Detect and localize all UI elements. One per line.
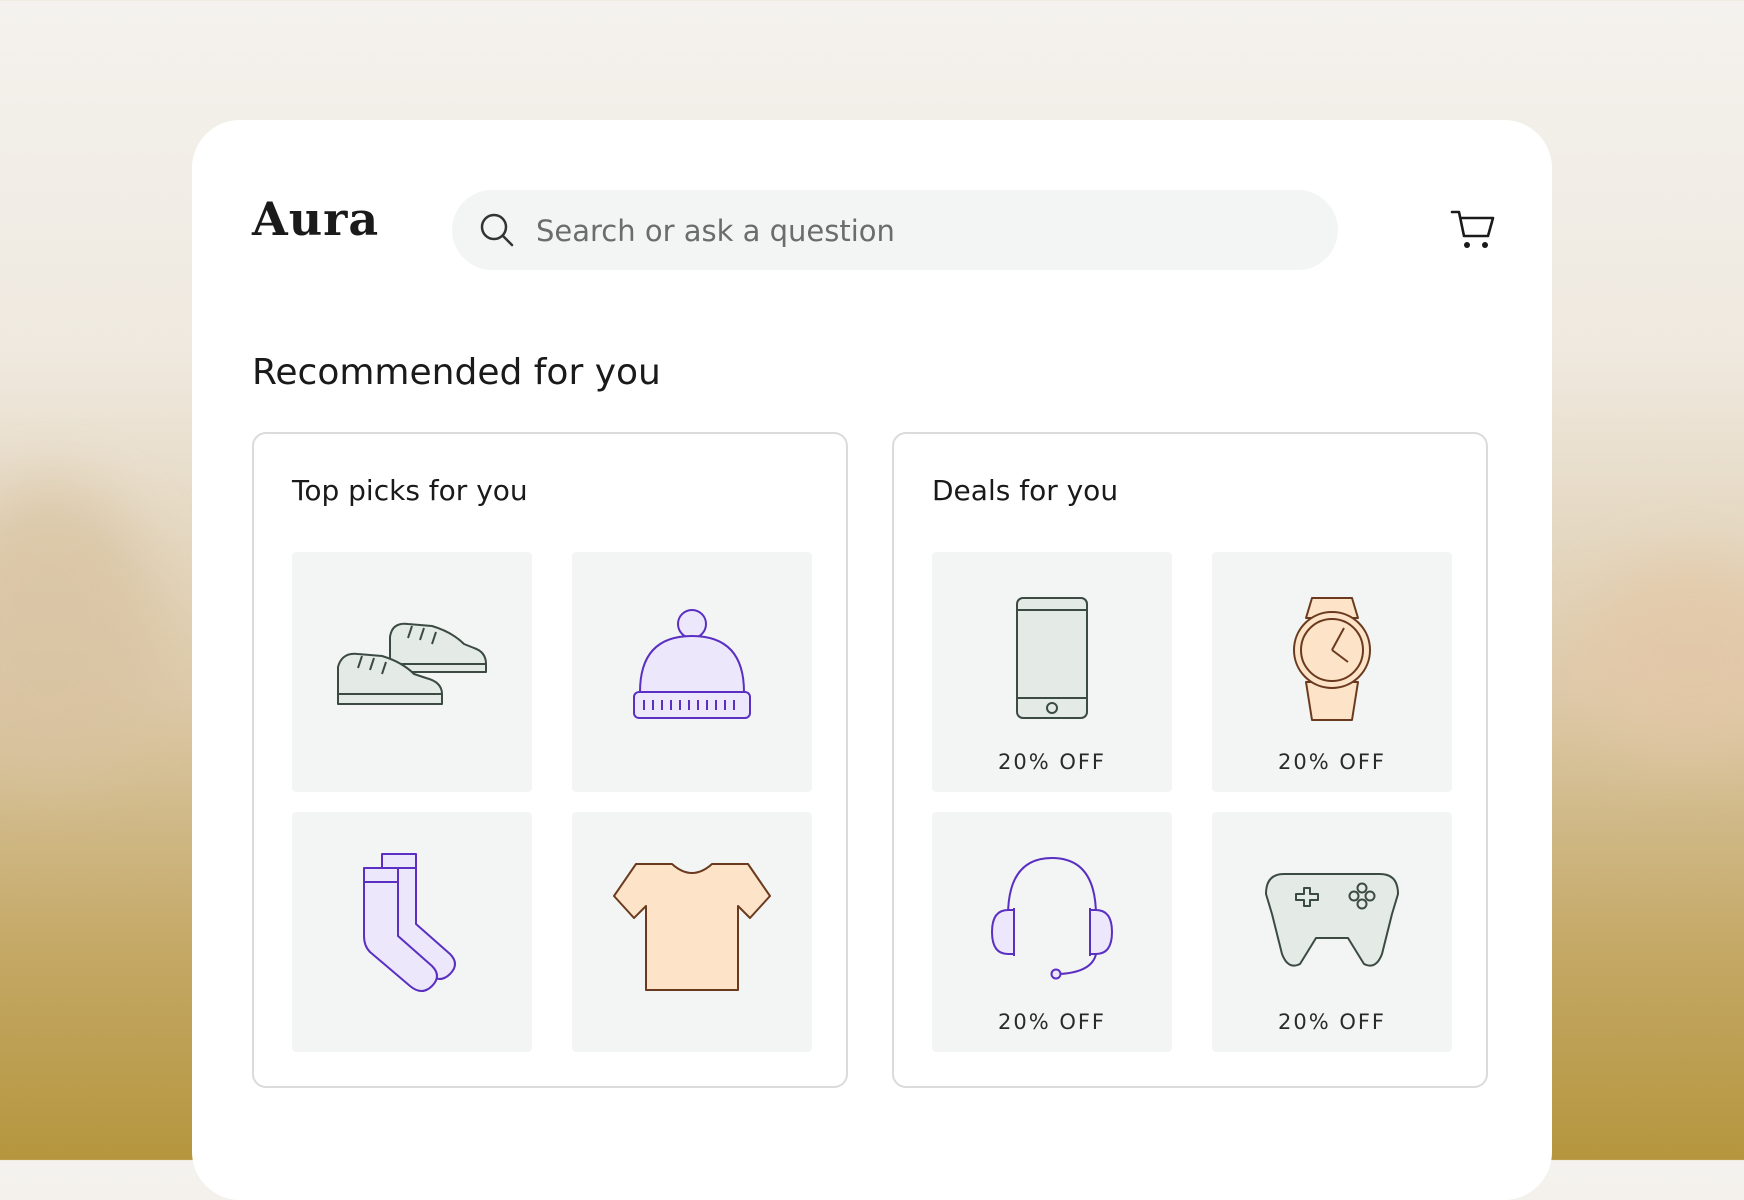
deal-tile-smartphone[interactable]: 20% OFF [932, 552, 1172, 792]
cart-icon[interactable] [1450, 206, 1496, 252]
product-tile-tshirt[interactable] [572, 812, 812, 1052]
discount-badge: 20% OFF [997, 750, 1107, 774]
search-icon [480, 213, 514, 247]
discount-badge: 20% OFF [1277, 1010, 1387, 1034]
sneakers-icon [337, 622, 487, 705]
panel-title: Top picks for you [292, 474, 528, 507]
discount-badge: 20% OFF [1277, 750, 1387, 774]
search-input[interactable] [534, 190, 1298, 272]
app-logo[interactable]: Aura [252, 192, 379, 246]
product-tile-beanie[interactable] [572, 552, 812, 792]
deal-tile-watch[interactable]: 20% OFF [1212, 552, 1452, 792]
top-picks-panel: Top picks for you [252, 432, 848, 1088]
beanie-icon [633, 609, 751, 719]
deal-tile-gamepad[interactable]: 20% OFF [1212, 812, 1452, 1052]
background-blob [0, 480, 160, 780]
product-tile-sneakers[interactable] [292, 552, 532, 792]
panel-title: Deals for you [932, 474, 1119, 507]
product-tile-socks[interactable] [292, 812, 532, 1052]
deal-tile-headset[interactable]: 20% OFF [932, 812, 1172, 1052]
store-card: Aura Recommended for you Top picks for y… [192, 120, 1552, 1200]
discount-badge: 20% OFF [997, 1010, 1107, 1034]
background-blob [1580, 560, 1744, 760]
socks-icon [363, 853, 456, 992]
section-title: Recommended for you [252, 352, 661, 393]
search-bar[interactable] [452, 190, 1338, 272]
deals-panel: Deals for you 20% OFF 20% OFF 20% OFF 20… [892, 432, 1488, 1088]
tshirt-icon [613, 863, 771, 991]
